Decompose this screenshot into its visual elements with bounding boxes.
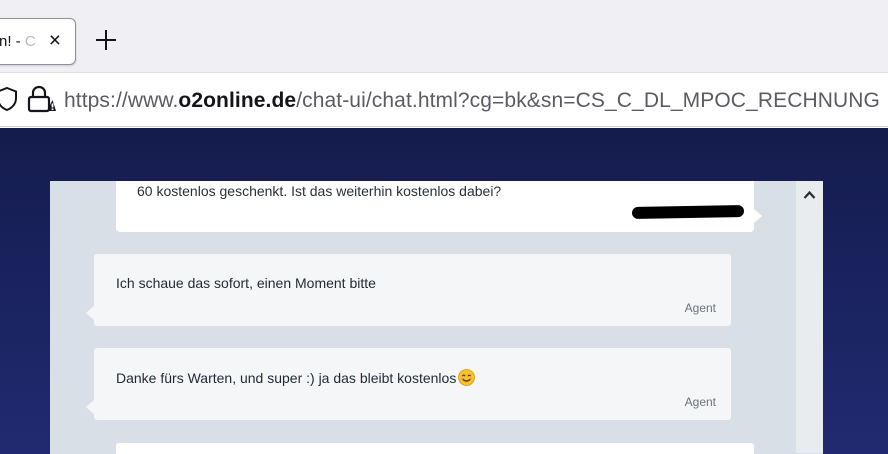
browser-tab[interactable]: n! - C × — [0, 18, 76, 65]
smiling-face-emoji — [458, 369, 476, 389]
page-background: 60 kostenlos geschenkt. Ist das weiterhi… — [0, 128, 888, 454]
sender-label: Agent — [684, 301, 716, 315]
sender-label: Agent — [684, 395, 716, 409]
message-text: 60 kostenlos geschenkt. Ist das weiterhi… — [137, 183, 502, 199]
url-text[interactable]: https://www.o2online.de/chat-ui/chat.htm… — [64, 89, 880, 113]
tab-strip: n! - C × — [0, 0, 888, 72]
redacted-name — [631, 205, 745, 219]
chat-message-agent: Ich schaue das sofort, einen Moment bitt… — [86, 254, 731, 326]
plus-icon[interactable] — [93, 27, 119, 53]
address-bar[interactable]: https://www.o2online.de/chat-ui/chat.htm… — [0, 72, 888, 127]
chat-message-customer — [116, 443, 754, 454]
insecure-lock-icon[interactable] — [27, 85, 57, 118]
chat-scrollbar[interactable] — [796, 181, 823, 453]
shield-icon[interactable] — [0, 86, 18, 117]
chevron-up-icon[interactable] — [803, 187, 816, 199]
tab-title: n! - C — [0, 33, 36, 50]
message-text: Ich schaue das sofort, einen Moment bitt… — [116, 275, 376, 291]
chat-message-customer: 60 kostenlos geschenkt. Ist das weiterhi… — [116, 181, 762, 232]
chat-panel: 60 kostenlos geschenkt. Ist das weiterhi… — [50, 181, 823, 454]
close-tab-icon[interactable]: × — [49, 28, 61, 54]
message-text: Danke fürs Warten, und super :) ja das b… — [116, 369, 476, 389]
chat-message-agent: Danke fürs Warten, und super :) ja das b… — [86, 348, 731, 420]
